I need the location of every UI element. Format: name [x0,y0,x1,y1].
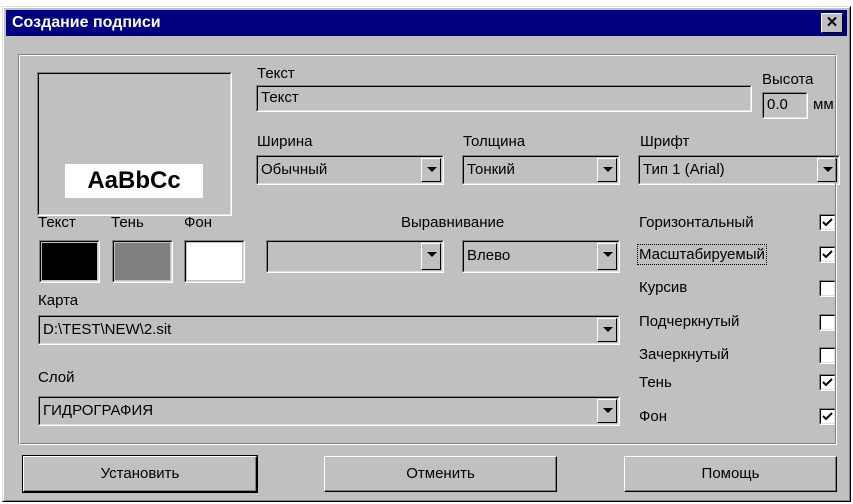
alignment-label: Выравнивание [401,214,505,231]
help-button[interactable]: Помощь [624,456,837,492]
preview-box: AaBbCc [37,72,232,216]
map-combo[interactable]: D:\TEST\NEW\2.sit [38,315,620,345]
option-label: Масштабируемый [637,244,767,265]
set-button[interactable]: Установить [22,455,258,493]
checkmark-icon [822,378,833,387]
label-dialog: Создание подписи ✕ AaBbCc Текст Текст Вы… [2,6,851,502]
option-checkbox-background[interactable] [819,408,836,425]
settings-panel: AaBbCc Текст Текст Высота 0.0 мм Ширина … [18,54,840,445]
option-label: Зачеркнутый [639,346,729,363]
shadow-color-label: Тень [111,214,144,231]
cancel-button[interactable]: Отменить [324,456,557,492]
option-checkbox-scalable[interactable] [819,246,836,263]
alignment-vertical-combo[interactable] [266,240,444,273]
option-checkbox-strikethrough[interactable] [819,347,836,364]
option-label: Горизонтальный [639,214,754,231]
layer-combo[interactable]: ГИДРОГРАФИЯ [38,396,620,426]
alignment-horizontal-value: Влево [467,247,511,264]
chevron-down-icon[interactable] [597,243,617,270]
height-label: Высота [762,71,814,88]
height-input[interactable]: 0.0 [762,92,808,119]
preview-sample: AaBbCc [65,164,203,198]
option-label: Тень [639,374,672,391]
text-field-label: Текст [257,65,295,82]
thickness-combo[interactable]: Тонкий [462,155,620,185]
thickness-combo-value: Тонкий [467,161,515,178]
option-checkbox-underline[interactable] [819,314,836,331]
checkmark-icon [822,218,833,227]
text-input[interactable]: Текст [256,85,752,112]
background-color-label: Фон [184,214,213,231]
checkmark-icon [822,250,833,259]
chevron-down-icon[interactable] [421,243,441,270]
checkmark-icon [822,412,833,421]
font-label: Шрифт [640,133,690,150]
option-checkbox-shadow[interactable] [819,374,836,391]
width-combo[interactable]: Обычный [256,155,444,185]
height-value: 0.0 [767,96,788,113]
text-color-label: Текст [38,214,76,231]
option-label: Курсив [639,279,688,296]
shadow-color-fill [115,243,170,280]
layer-label: Слой [38,369,75,386]
chevron-down-icon[interactable] [597,399,617,423]
width-combo-value: Обычный [261,161,328,178]
option-label: Подчеркнутый [639,313,740,330]
chevron-down-icon[interactable] [597,158,617,182]
option-checkbox-italic[interactable] [819,280,836,297]
map-label: Карта [38,292,79,309]
thickness-label: Толщина [463,133,526,150]
width-label: Ширина [257,133,313,150]
chevron-down-icon[interactable] [597,318,617,342]
close-button[interactable]: ✕ [821,13,843,33]
layer-combo-value: ГИДРОГРАФИЯ [43,402,154,419]
font-combo[interactable]: Тип 1 (Arial) [638,155,840,185]
close-icon: ✕ [825,14,839,31]
chevron-down-icon[interactable] [817,158,837,182]
font-combo-value: Тип 1 (Arial) [643,161,725,178]
shadow-color-swatch[interactable] [112,240,173,283]
text-input-value: Текст [261,89,299,106]
background-color-fill [187,243,242,280]
map-combo-value: D:\TEST\NEW\2.sit [43,321,172,338]
option-label: Фон [639,408,668,425]
chevron-down-icon[interactable] [421,158,441,182]
alignment-horizontal-combo[interactable]: Влево [462,240,620,273]
title-bar[interactable]: Создание подписи ✕ [6,10,847,36]
window-title: Создание подписи [12,14,161,31]
height-unit: мм [813,96,834,113]
background-color-swatch[interactable] [184,240,245,283]
text-color-fill [42,243,97,280]
option-checkbox-horizontal[interactable] [819,214,836,231]
text-color-swatch[interactable] [39,240,100,283]
